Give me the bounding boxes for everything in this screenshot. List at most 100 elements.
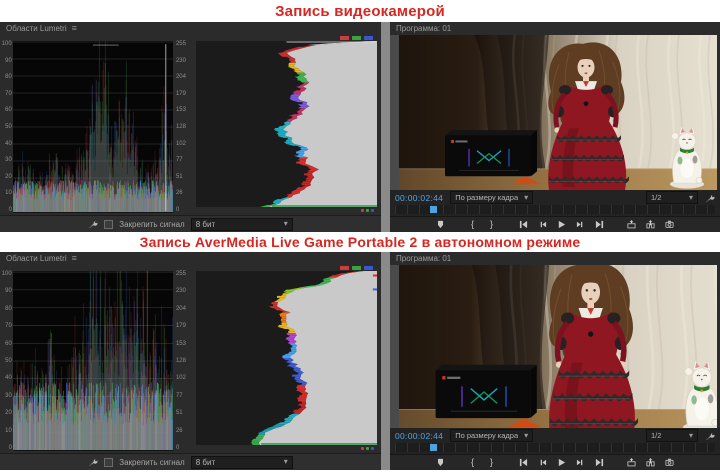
panel-menu-icon[interactable]: ≡ [72, 24, 77, 33]
add-marker-button[interactable] [435, 457, 447, 468]
histogram-rgb-indicators [196, 207, 377, 213]
go-to-in-icon [519, 220, 528, 229]
ire-tick-label: 30 [5, 156, 12, 163]
export-frame-button[interactable] [664, 457, 676, 468]
fit-dropdown[interactable]: По размеру кадра ▾ [450, 429, 534, 442]
scopes-footer: Закрепить сигнал 8 бит ▾ [0, 453, 381, 470]
histogram-scope [196, 265, 377, 451]
histogram-scope [196, 35, 377, 213]
scope-settings-wrench-icon[interactable] [88, 219, 98, 229]
red-channel-swatch[interactable] [340, 266, 349, 270]
level-tick-label: 204 [176, 73, 186, 80]
playhead[interactable] [430, 206, 438, 213]
go-to-out-button[interactable] [594, 457, 606, 468]
add-marker-button[interactable] [435, 219, 447, 230]
ire-scale: 100 90 80 70 60 50 40 30 20 10 0 [2, 41, 13, 213]
ire-tick-label: 60 [5, 340, 12, 347]
ire-tick-label: 40 [5, 140, 12, 147]
histogram-display [196, 271, 377, 445]
clamp-signal-checkbox[interactable] [104, 219, 114, 229]
step-back-icon [538, 220, 547, 229]
level-tick-label: 128 [176, 357, 186, 364]
scrubber[interactable] [395, 443, 715, 452]
step-forward-icon [576, 220, 585, 229]
playhead[interactable] [430, 444, 438, 451]
panel-gutter [381, 252, 390, 470]
camera-recording-screenshot: Области Lumetri ≡ 100 90 80 70 60 50 40 30 20 10 0… [0, 22, 720, 232]
play-button[interactable] [556, 457, 568, 468]
mark-out-button[interactable]: } [486, 457, 498, 468]
lift-button[interactable] [626, 219, 638, 230]
scopes-body: 100 90 80 70 60 50 40 30 20 10 0 255 230 204 179 153 12… [0, 35, 381, 215]
level-tick-label: 26 [176, 427, 183, 434]
monitor-settings-wrench-icon[interactable] [705, 431, 715, 441]
panel-menu-icon[interactable]: ≡ [72, 254, 77, 263]
step-back-button[interactable] [537, 219, 549, 230]
go-to-in-button[interactable] [518, 219, 530, 230]
program-monitor: Программа: 01 00:00:02:44 По размеру кад… [390, 22, 720, 232]
ire-tick-label: 10 [5, 427, 12, 434]
extract-button[interactable] [645, 457, 657, 468]
blue-channel-swatch[interactable] [364, 266, 373, 270]
red-channel-swatch[interactable] [340, 36, 349, 40]
level-tick-label: 255 [176, 270, 186, 277]
green-indicator-dot [366, 446, 369, 450]
level-tick-label: 230 [176, 287, 186, 294]
lift-button[interactable] [626, 457, 638, 468]
scope-settings-wrench-icon[interactable] [88, 457, 98, 467]
play-button[interactable] [556, 219, 568, 230]
video-pillar-left [390, 265, 399, 428]
dropdown-caret-icon: ▾ [524, 192, 529, 202]
mark-out-button[interactable]: } [486, 219, 498, 230]
ire-tick-label: 100 [2, 270, 12, 277]
scopes-panel-title: Области Lumetri [6, 24, 67, 33]
ire-tick-label: 20 [5, 173, 12, 180]
scrubber[interactable] [395, 205, 715, 214]
bottom-margin [0, 470, 720, 475]
timecode-display[interactable]: 00:00:02:44 [395, 431, 443, 441]
fit-dropdown[interactable]: По размеру кадра ▾ [450, 191, 534, 204]
playback-resolution-dropdown[interactable]: 1/2 ▾ [646, 191, 698, 204]
level-tick-label: 204 [176, 305, 186, 312]
go-to-out-button[interactable] [594, 219, 606, 230]
green-channel-swatch[interactable] [352, 266, 361, 270]
step-forward-button[interactable] [575, 457, 587, 468]
go-to-in-button[interactable] [518, 457, 530, 468]
level-tick-label: 0 [176, 206, 180, 213]
mark-in-button[interactable]: { [467, 219, 479, 230]
middle-title: Запись AverMedia Live Game Portable 2 в … [139, 234, 581, 250]
timecode-display[interactable]: 00:00:02:44 [395, 193, 443, 203]
step-back-button[interactable] [537, 457, 549, 468]
top-title-bar: Запись видеокамерой [0, 0, 720, 22]
bit-depth-dropdown[interactable]: 8 бит ▾ [190, 217, 293, 231]
export-frame-button[interactable] [664, 219, 676, 230]
step-forward-button[interactable] [575, 219, 587, 230]
ire-tick-label: 50 [5, 357, 12, 364]
middle-title-bar: Запись AverMedia Live Game Portable 2 в … [0, 232, 720, 252]
ire-tick-label: 10 [5, 189, 12, 196]
monitor-controls: 00:00:02:44 По размеру кадра ▾ 1/2 ▾ [390, 428, 720, 443]
play-icon [557, 220, 566, 229]
add-marker-icon [436, 220, 445, 229]
program-monitor-title: Программа: 01 [396, 254, 452, 263]
extract-button[interactable] [645, 219, 657, 230]
scopes-panel-header: Области Lumetri ≡ [0, 252, 381, 265]
waveform-scope [13, 271, 173, 451]
bit-depth-dropdown[interactable]: 8 бит ▾ [190, 455, 293, 469]
waveform-display [13, 271, 173, 451]
ire-tick-label: 0 [8, 206, 12, 213]
green-channel-swatch[interactable] [352, 36, 361, 40]
lift-icon [627, 458, 636, 467]
level-tick-label: 0 [176, 444, 180, 451]
ire-tick-label: 60 [5, 106, 12, 113]
playback-resolution-dropdown[interactable]: 1/2 ▾ [646, 429, 698, 442]
video-frame [390, 265, 720, 428]
level-tick-label: 153 [176, 106, 186, 113]
export-frame-icon [665, 220, 674, 229]
monitor-settings-wrench-icon[interactable] [705, 193, 715, 203]
lumetri-scopes-panel: Области Lumetri ≡ 100 90 80 70 60 50 40 30 20 10 0… [0, 22, 381, 232]
mark-in-button[interactable]: { [467, 457, 479, 468]
clamp-signal-checkbox[interactable] [104, 457, 114, 467]
video-pillar-left [390, 35, 399, 190]
blue-channel-swatch[interactable] [364, 36, 373, 40]
